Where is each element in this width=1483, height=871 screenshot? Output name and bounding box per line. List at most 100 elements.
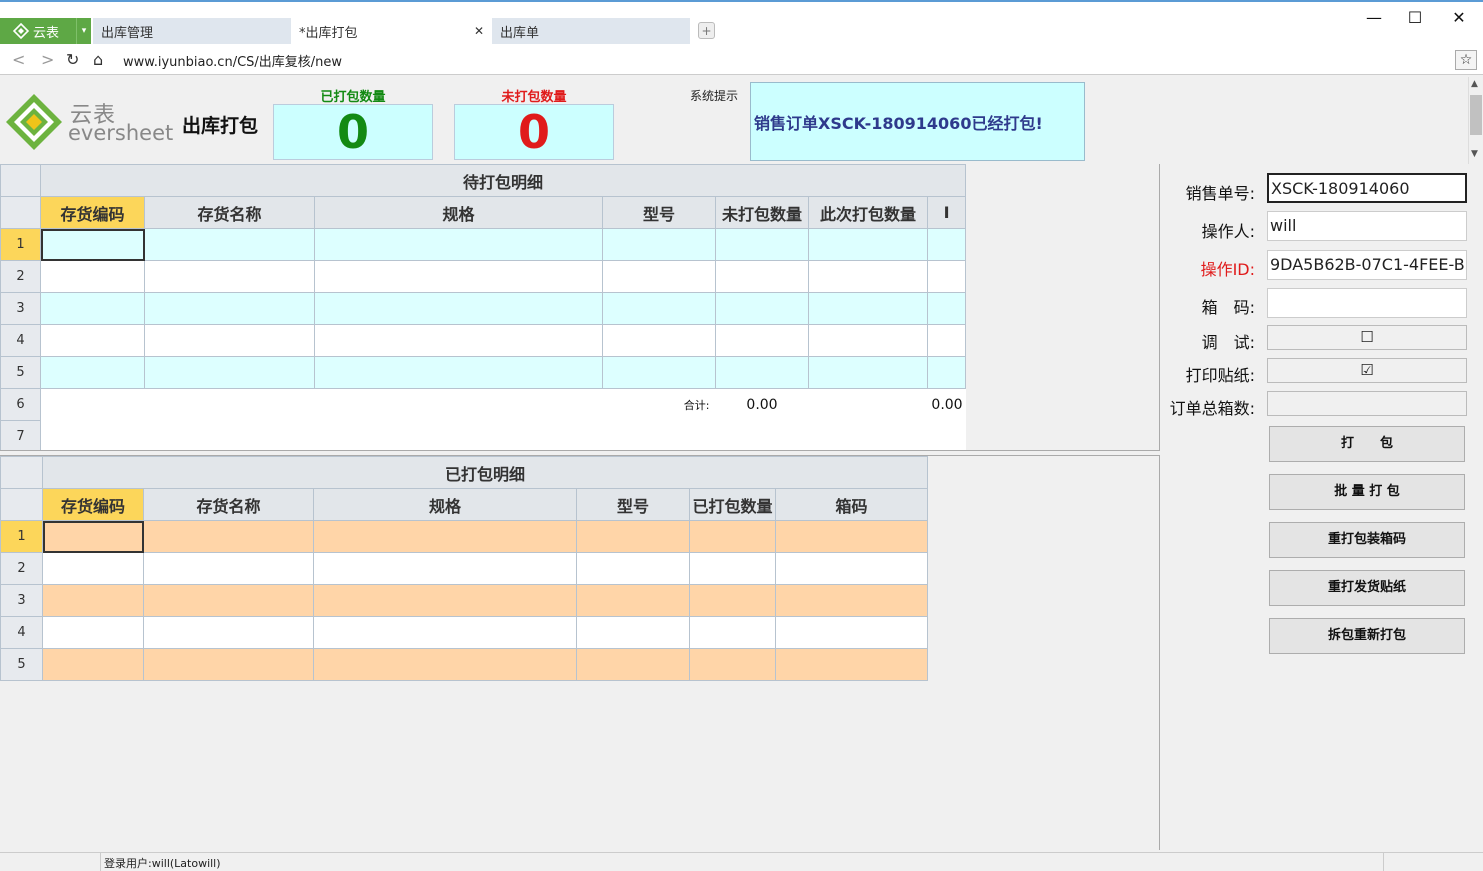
refresh-icon[interactable]: ↻ [66,50,79,69]
grid-cell[interactable] [602,292,716,325]
grid-cell[interactable] [576,648,690,681]
row-number[interactable]: 4 [0,324,41,357]
column-header[interactable]: I [926,196,967,229]
column-header[interactable]: 存货名称 [144,196,315,229]
row-number[interactable]: 2 [0,260,41,293]
grid-cell[interactable] [144,324,315,357]
grid-cell[interactable] [602,260,716,293]
scroll-thumb[interactable] [1470,95,1482,135]
grid-cell[interactable] [144,260,315,293]
grid-cell[interactable] [143,584,314,617]
grid-cell[interactable] [689,648,776,681]
grid-cell[interactable] [576,520,690,553]
batch-pack-button[interactable]: 批 量 打 包 [1269,474,1465,510]
new-tab-icon[interactable]: + [698,22,715,39]
grid-cell[interactable] [689,552,776,585]
grid-cell[interactable] [602,324,716,357]
scroll-up-icon[interactable]: ▲ [1471,79,1478,89]
column-header[interactable]: 规格 [313,488,577,521]
back-icon[interactable]: < [12,50,25,69]
debug-checkbox[interactable]: ☐ [1267,325,1467,350]
grid-cell[interactable] [42,616,144,649]
grid-cell[interactable] [602,356,716,389]
grid-cell[interactable] [774,552,929,585]
grid-cell[interactable] [774,616,929,649]
grid-cell[interactable] [42,648,144,681]
minimize-icon[interactable]: — [1364,8,1384,27]
grid-cell[interactable] [774,520,929,553]
grid-cell[interactable] [689,584,776,617]
pack-button[interactable]: 打 包 [1269,426,1465,462]
grid-cell[interactable] [715,292,809,325]
brand-menu[interactable]: 云表 ▾ [0,18,91,44]
grid-cell[interactable] [313,648,577,681]
grid-cell[interactable] [808,356,928,389]
grid-cell[interactable] [40,292,145,325]
column-header[interactable]: 此次打包数量 [808,196,928,229]
grid-cell[interactable] [313,552,577,585]
grid-cell[interactable] [715,228,809,261]
tab-outbound-packing[interactable]: *出库打包 ✕ [291,18,490,44]
grid-cell[interactable] [926,292,967,325]
column-header[interactable]: 箱码 [774,488,929,521]
grid-cell[interactable] [774,584,929,617]
unpack-repack-button[interactable]: 拆包重新打包 [1269,618,1465,654]
column-header[interactable]: 规格 [314,196,603,229]
column-header[interactable]: 存货编码 [40,196,145,229]
row-number[interactable]: 1 [0,520,43,553]
row-number[interactable]: 2 [0,552,43,585]
grid-cell[interactable] [314,324,603,357]
grid-cell[interactable] [808,292,928,325]
total-boxes-field[interactable] [1267,391,1467,416]
grid-cell[interactable] [576,616,690,649]
row-number[interactable]: 5 [0,648,43,681]
grid-cell[interactable] [40,324,145,357]
row-number[interactable]: 1 [0,228,41,261]
grid-cell[interactable] [715,324,809,357]
grid-cell[interactable] [143,648,314,681]
grid-cell[interactable] [144,356,315,389]
grid-cell[interactable] [313,520,577,553]
grid-cell[interactable] [689,520,776,553]
grid-cell[interactable] [42,520,144,553]
grid-cell[interactable] [313,584,577,617]
column-header[interactable]: 存货名称 [143,488,314,521]
grid-cell[interactable] [42,552,144,585]
grid-cell[interactable] [926,260,967,293]
grid-cell[interactable] [314,260,603,293]
grid-cell[interactable] [926,356,967,389]
grid-cell[interactable] [602,228,716,261]
maximize-icon[interactable]: ☐ [1405,8,1425,27]
grid-cell[interactable] [808,228,928,261]
grid-cell[interactable] [144,228,315,261]
forward-icon[interactable]: > [41,50,54,69]
grid-cell[interactable] [926,324,967,357]
grid-cell[interactable] [715,356,809,389]
grid-cell[interactable] [42,584,144,617]
column-header[interactable]: 存货编码 [42,488,144,521]
scroll-down-icon[interactable]: ▼ [1471,149,1478,159]
row-number[interactable]: 3 [0,292,41,325]
grid-cell[interactable] [314,292,603,325]
grid-cell[interactable] [926,228,967,261]
close-icon[interactable]: ✕ [474,24,484,38]
operator-id-field[interactable]: 9DA5B62B-07C1-4FEE-B3 [1267,250,1467,280]
home-icon[interactable]: ⌂ [93,50,103,69]
column-header[interactable]: 型号 [602,196,716,229]
grid-cell[interactable] [808,324,928,357]
grid-cell[interactable] [143,616,314,649]
reprint-box-code-button[interactable]: 重打包装箱码 [1269,522,1465,558]
grid-cell[interactable] [313,616,577,649]
grid-cell[interactable] [715,260,809,293]
grid-cell[interactable] [144,292,315,325]
url-field[interactable]: www.iyunbiao.cn/CS/出库复核/new [123,51,342,70]
row-number[interactable]: 5 [0,356,41,389]
grid-cell[interactable] [576,552,690,585]
grid-cell[interactable] [808,260,928,293]
bookmark-star-icon[interactable]: ☆ [1455,50,1477,70]
grid-cell[interactable] [40,260,145,293]
grid-cell[interactable] [774,648,929,681]
reprint-shipping-sticker-button[interactable]: 重打发货贴纸 [1269,570,1465,606]
close-window-icon[interactable]: ✕ [1449,8,1469,27]
grid-cell[interactable] [143,552,314,585]
